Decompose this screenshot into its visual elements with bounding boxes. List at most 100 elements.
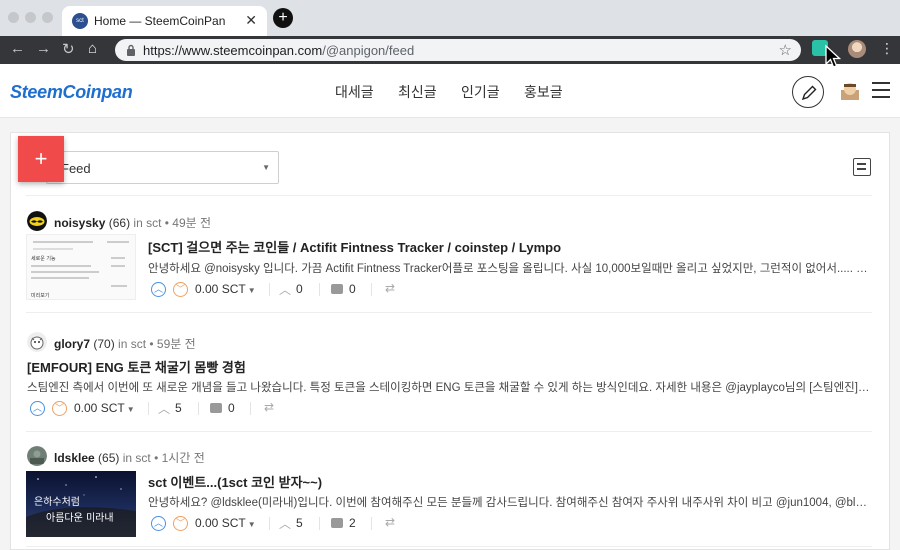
upvote-button[interactable]: ︿ — [30, 401, 45, 416]
divider — [269, 283, 270, 296]
post-thumbnail[interactable]: 세로운 기능 미리보기 — [26, 234, 136, 300]
share-icon[interactable]: ⇄ — [385, 515, 395, 529]
post-title[interactable]: sct 이벤트...(1sct 코인 받자~~) — [148, 472, 322, 491]
comment-icon — [331, 518, 343, 528]
divider — [371, 517, 372, 530]
divider — [371, 283, 372, 296]
comment-count[interactable]: 0 — [349, 282, 356, 296]
post-actions: ︿ ﹀ 0.00 SCT ▼ ︿ 5 0 ⇄ — [30, 400, 290, 420]
post-excerpt[interactable]: 안녕하세요? @ldsklee(미라내)입니다. 이번에 참여해주신 모든 분들… — [148, 494, 872, 510]
share-icon[interactable]: ⇄ — [385, 281, 395, 295]
divider — [319, 517, 320, 530]
thumb-caption-2: 아름다운 미라내 — [46, 512, 114, 524]
downvote-button[interactable]: ﹀ — [173, 282, 188, 297]
post-meta: in sct • 59분 전 — [118, 337, 196, 351]
post-meta: in sct • 1시간 전 — [122, 451, 205, 465]
post-excerpt[interactable]: 안녕하세요 @noisysky 입니다. 가끔 Actifit Fintness… — [148, 260, 872, 276]
address-bar[interactable]: https://www.steemcoinpan.com/@anpigon/fe… — [115, 39, 801, 61]
post-author-line: noisysky (66) in sct • 49분 전 — [54, 214, 211, 231]
write-post-button[interactable] — [792, 76, 824, 108]
nav-new[interactable]: 최신글 — [398, 82, 437, 102]
author-reputation: (65) — [98, 451, 120, 465]
forward-arrow-icon[interactable]: → — [36, 40, 51, 57]
back-arrow-icon[interactable]: ← — [10, 40, 25, 57]
mouse-cursor-icon — [825, 44, 842, 68]
browser-menu-icon[interactable]: ⋮ — [880, 40, 894, 57]
payout-amount: 0.00 SCT — [74, 401, 125, 415]
pencil-icon — [801, 85, 817, 101]
divider — [26, 195, 872, 196]
lock-icon — [127, 44, 135, 56]
votes-chevron-icon: ︿ — [279, 517, 292, 531]
site-logo[interactable]: SteemCoinpan — [10, 82, 133, 103]
comment-count[interactable]: 2 — [349, 516, 356, 530]
window-close-button[interactable] — [8, 12, 19, 23]
floating-add-button[interactable]: + — [18, 136, 64, 182]
caret-down-icon: ▼ — [247, 286, 256, 295]
reload-icon[interactable]: ↻ — [62, 40, 75, 58]
site-header: SteemCoinpan 대세글 최신글 인기글 홍보글 — [0, 64, 900, 118]
url-host: https://www.steemcoinpan.com — [143, 43, 323, 58]
payout-value[interactable]: 0.00 SCT ▼ — [195, 282, 256, 296]
post-author-line: ldsklee (65) in sct • 1시간 전 — [54, 449, 205, 466]
home-icon[interactable]: ⌂ — [88, 40, 97, 57]
avatar[interactable] — [27, 211, 47, 231]
downvote-button[interactable]: ﹀ — [173, 516, 188, 531]
browser-toolbar: ← → ↻ ⌂ https://www.steemcoinpan.com/@an… — [0, 36, 900, 64]
hamburger-menu-icon[interactable] — [872, 82, 890, 98]
divider — [148, 402, 149, 415]
url-path: /@anpigon/feed — [322, 43, 415, 58]
payout-amount: 0.00 SCT — [195, 282, 246, 296]
nav-trending[interactable]: 대세글 — [335, 82, 374, 102]
vote-count[interactable]: 5 — [175, 401, 182, 415]
browser-tab-active[interactable]: sct Home — SteemCoinPan ✕ — [62, 6, 267, 36]
feed-filter-select[interactable]: Feed ▼ — [46, 151, 279, 184]
thumb-footer: 미리보기 — [31, 292, 49, 299]
caret-down-icon: ▼ — [126, 405, 135, 414]
chevron-down-icon: ▼ — [262, 163, 270, 172]
upvote-button[interactable]: ︿ — [151, 282, 166, 297]
post-title[interactable]: [EMFOUR] ENG 토큰 채굴기 몸빵 경험 — [27, 357, 246, 376]
post-actions: ︿ ﹀ 0.00 SCT ▼ ︿ 5 2 ⇄ — [151, 515, 411, 535]
author-name[interactable]: glory7 — [54, 337, 90, 351]
post-author-line: glory7 (70) in sct • 59분 전 — [54, 335, 196, 352]
new-tab-button[interactable]: + — [273, 8, 293, 28]
author-reputation: (66) — [108, 216, 131, 230]
avatar[interactable] — [27, 332, 47, 352]
post-excerpt[interactable]: 스팀엔진 측에서 이번에 또 새로운 개념을 들고 나왔습니다. 특정 토큰을 … — [27, 379, 872, 395]
close-tab-icon[interactable]: ✕ — [245, 12, 257, 29]
window-zoom-button[interactable] — [42, 12, 53, 23]
comment-count[interactable]: 0 — [228, 401, 235, 415]
bookmark-star-icon[interactable]: ☆ — [779, 41, 792, 59]
payout-value[interactable]: 0.00 SCT ▼ — [195, 516, 256, 530]
profile-avatar[interactable] — [848, 40, 866, 58]
post-title[interactable]: [SCT] 걸으면 주는 코인들 / Actifit Fintness Trac… — [148, 237, 561, 256]
payout-value[interactable]: 0.00 SCT ▼ — [74, 401, 135, 415]
downvote-button[interactable]: ﹀ — [52, 401, 67, 416]
author-reputation: (70) — [93, 337, 115, 351]
share-icon[interactable]: ⇄ — [264, 400, 274, 414]
author-name[interactable]: ldsklee — [54, 451, 95, 465]
list-view-icon[interactable] — [853, 158, 871, 176]
vote-count[interactable]: 5 — [296, 516, 303, 530]
votes-chevron-icon: ︿ — [279, 283, 292, 297]
thumb-caption-1: 은하수처럼 — [34, 495, 80, 508]
divider — [269, 517, 270, 530]
vote-count[interactable]: 0 — [296, 282, 303, 296]
user-avatar-icon[interactable] — [838, 80, 862, 104]
divider — [26, 546, 872, 547]
nav-hot[interactable]: 인기글 — [461, 82, 500, 102]
site-favicon-icon: sct — [72, 13, 88, 29]
nav-promoted[interactable]: 홍보글 — [524, 82, 563, 102]
post-thumbnail[interactable]: 은하수처럼 아름다운 미라내 — [26, 471, 136, 537]
post-actions: ︿ ﹀ 0.00 SCT ▼ ︿ 0 0 ⇄ — [151, 281, 411, 301]
upvote-button[interactable]: ︿ — [151, 516, 166, 531]
avatar[interactable] — [27, 446, 47, 466]
post-meta: in sct • 49분 전 — [133, 216, 212, 230]
window-minimize-button[interactable] — [25, 12, 36, 23]
divider — [26, 431, 872, 432]
caret-down-icon: ▼ — [247, 520, 256, 529]
author-name[interactable]: noisysky — [54, 216, 105, 230]
comment-icon — [210, 403, 222, 413]
divider — [26, 312, 872, 313]
